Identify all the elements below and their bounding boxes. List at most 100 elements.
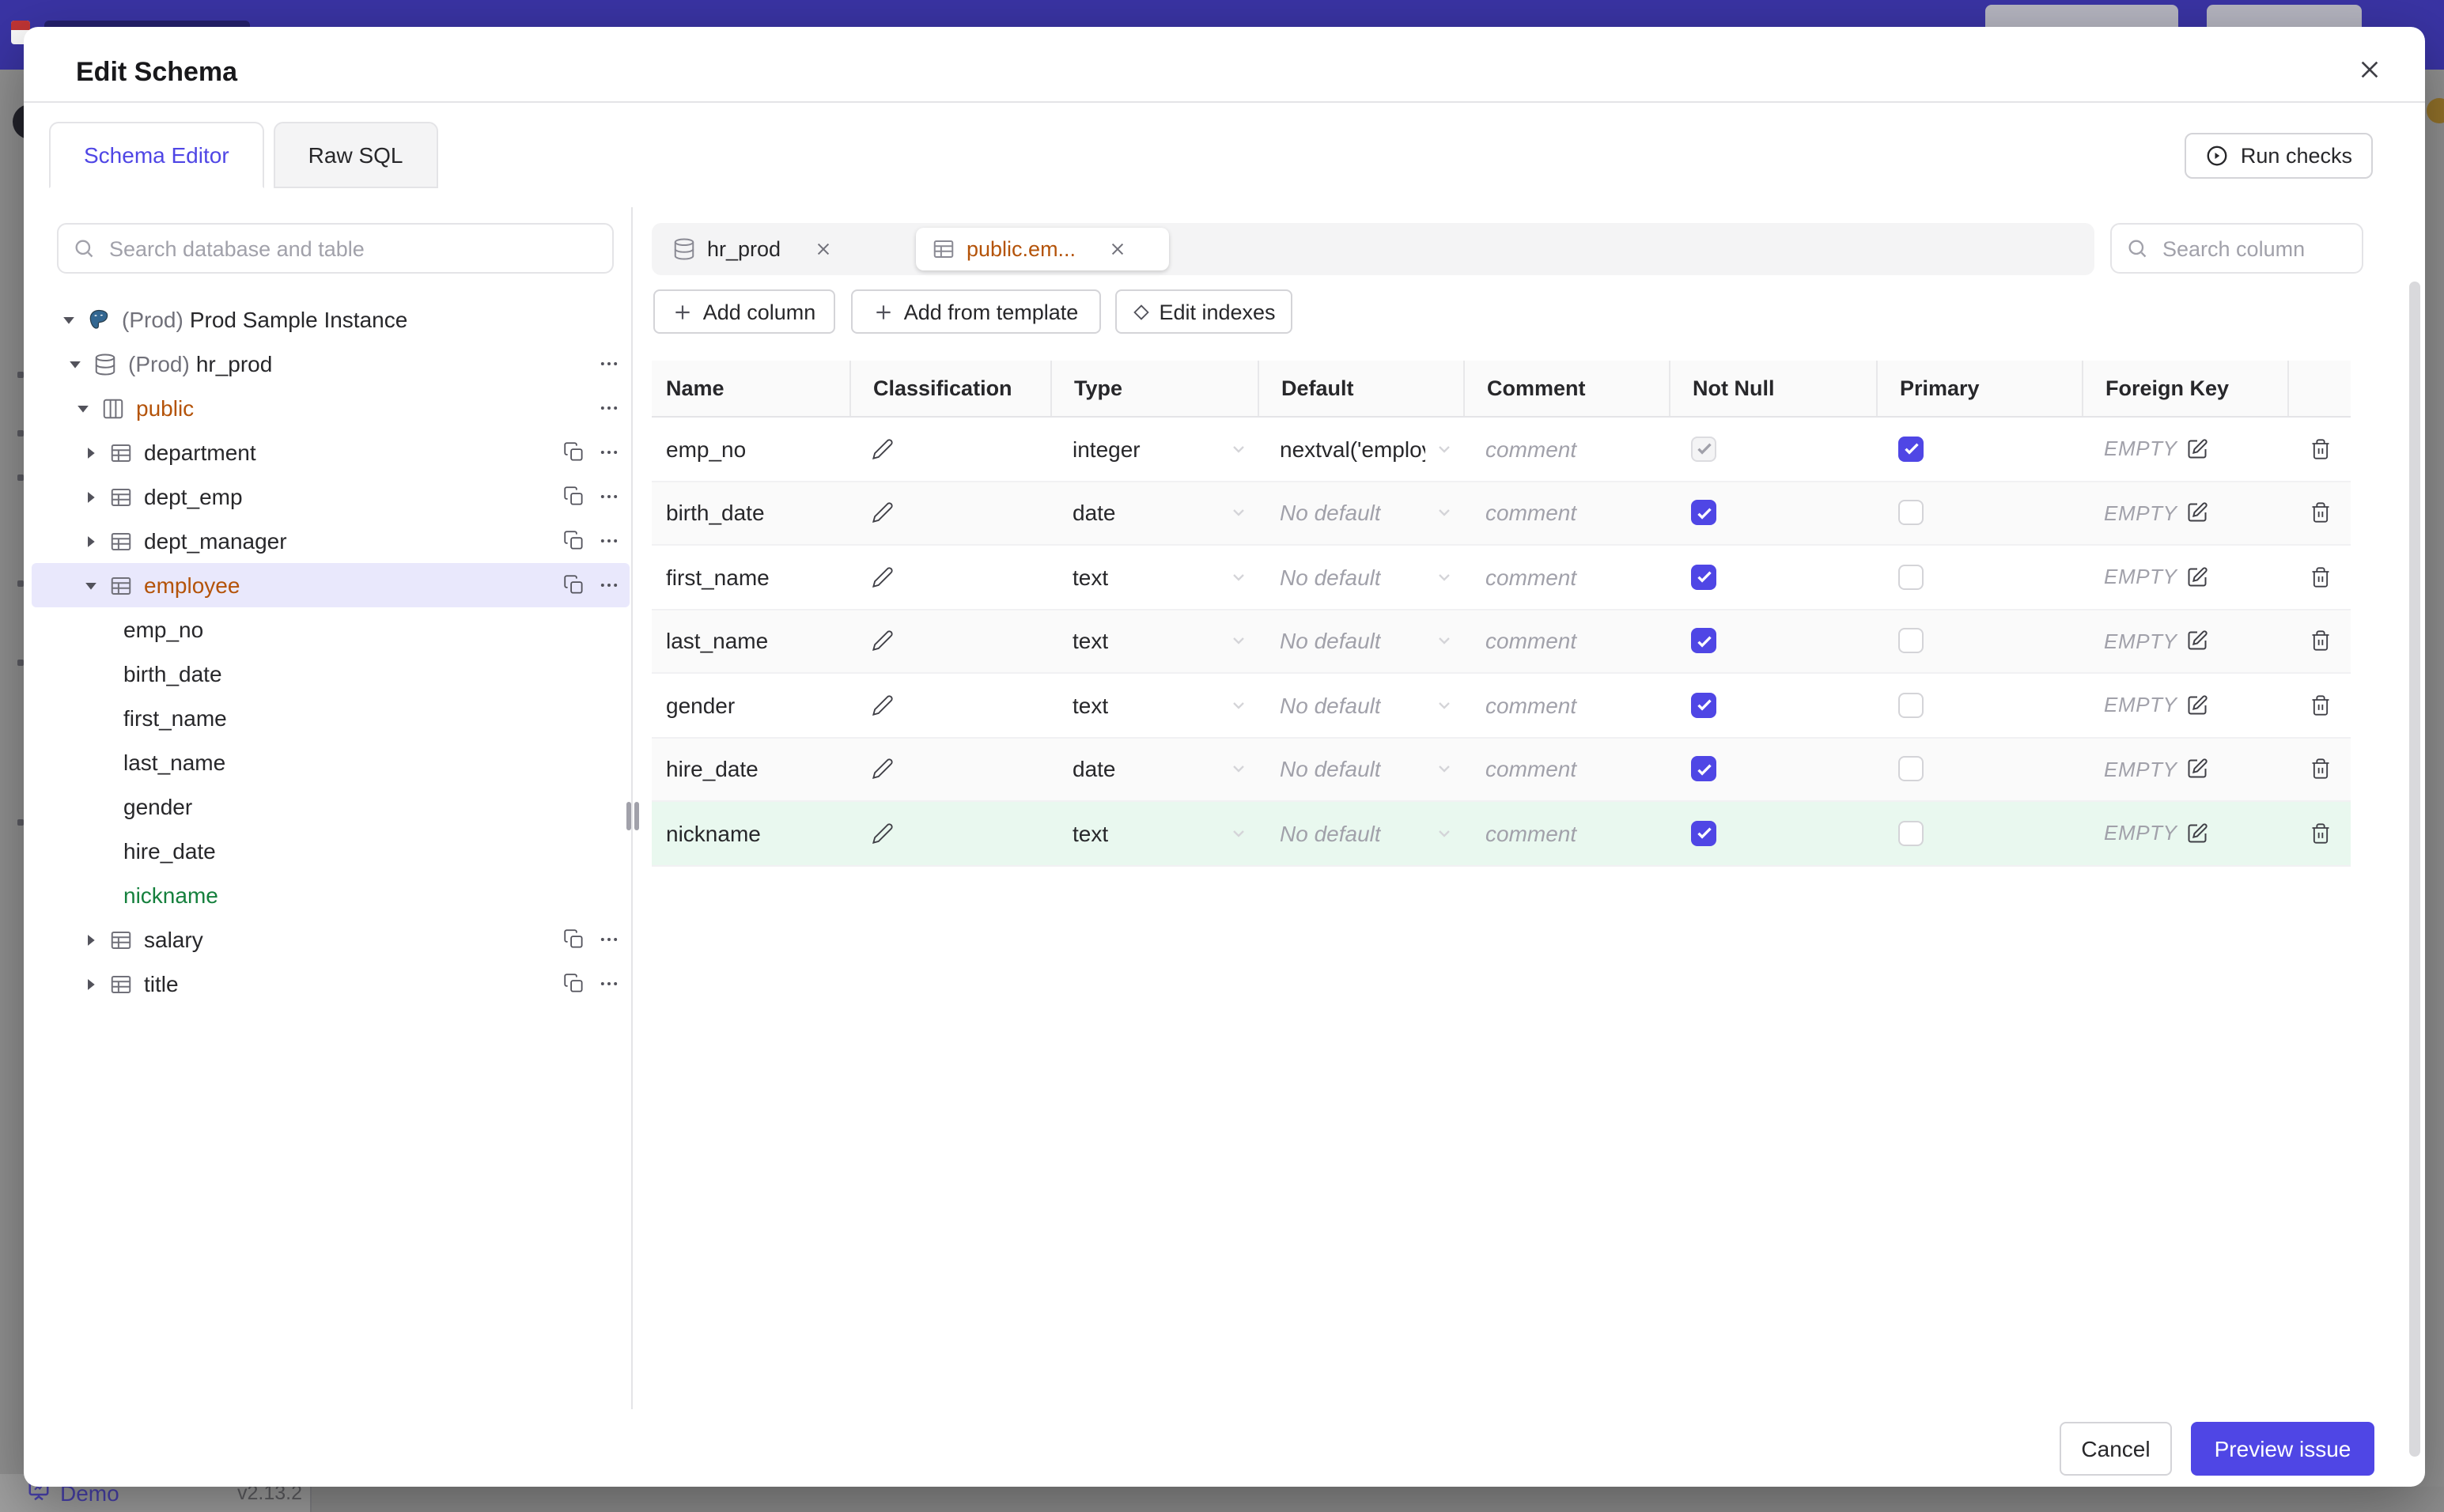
foreign-key-button[interactable]: EMPTY bbox=[2082, 610, 2287, 672]
primary-checkbox[interactable] bbox=[1898, 564, 1924, 590]
open-tab-public.em...[interactable]: public.em... bbox=[916, 228, 1169, 270]
default-select[interactable]: No default bbox=[1258, 546, 1463, 608]
tree-node-salary[interactable]: salary bbox=[32, 917, 630, 962]
edit-square-icon[interactable] bbox=[2187, 822, 2209, 845]
tree-node-gender[interactable]: gender bbox=[32, 784, 630, 829]
copy-icon[interactable] bbox=[562, 442, 584, 463]
trash-icon[interactable] bbox=[2310, 694, 2332, 716]
column-name-cell[interactable]: emp_no bbox=[652, 418, 849, 480]
column-search-input[interactable] bbox=[2159, 235, 2348, 262]
more-dots-icon[interactable] bbox=[598, 486, 620, 508]
open-tab-hr_prod[interactable]: hr_prod bbox=[656, 228, 913, 270]
type-select[interactable]: text bbox=[1050, 546, 1258, 608]
close-icon[interactable] bbox=[2357, 57, 2382, 82]
trash-icon[interactable] bbox=[2310, 502, 2332, 524]
comment-input[interactable]: comment bbox=[1463, 738, 1669, 800]
type-select[interactable]: text bbox=[1050, 802, 1258, 864]
primary-checkbox[interactable] bbox=[1898, 500, 1924, 526]
not-null-checkbox[interactable] bbox=[1691, 692, 1716, 718]
edit-square-icon[interactable] bbox=[2187, 438, 2209, 460]
copy-icon[interactable] bbox=[562, 575, 584, 596]
edit-square-icon[interactable] bbox=[2187, 566, 2209, 588]
tree-node-hire_date[interactable]: hire_date bbox=[32, 829, 630, 873]
trash-icon[interactable] bbox=[2310, 822, 2332, 845]
panel-resize-handle[interactable] bbox=[625, 802, 641, 830]
default-select[interactable]: No default bbox=[1258, 738, 1463, 800]
foreign-key-button[interactable]: EMPTY bbox=[2082, 674, 2287, 736]
primary-checkbox[interactable] bbox=[1898, 692, 1924, 718]
type-select[interactable]: date bbox=[1050, 482, 1258, 544]
tree-node-hr_prod[interactable]: (Prod) hr_prod bbox=[32, 342, 630, 386]
pencil-icon[interactable] bbox=[872, 758, 894, 781]
comment-input[interactable]: comment bbox=[1463, 610, 1669, 672]
copy-icon[interactable] bbox=[562, 929, 584, 951]
copy-icon[interactable] bbox=[562, 531, 584, 552]
database-search-input[interactable] bbox=[106, 235, 598, 262]
run-checks-button[interactable]: Run checks bbox=[2185, 133, 2373, 179]
edit-square-icon[interactable] bbox=[2187, 502, 2209, 524]
trash-icon[interactable] bbox=[2310, 758, 2332, 781]
not-null-checkbox[interactable] bbox=[1691, 564, 1716, 590]
pencil-icon[interactable] bbox=[872, 438, 894, 460]
caret-right-icon[interactable] bbox=[84, 445, 98, 459]
column-name-cell[interactable]: hire_date bbox=[652, 738, 849, 800]
pencil-icon[interactable] bbox=[872, 822, 894, 845]
pencil-icon[interactable] bbox=[872, 694, 894, 716]
comment-input[interactable]: comment bbox=[1463, 802, 1669, 864]
comment-input[interactable]: comment bbox=[1463, 418, 1669, 480]
default-select[interactable]: No default bbox=[1258, 674, 1463, 736]
foreign-key-button[interactable]: EMPTY bbox=[2082, 738, 2287, 800]
copy-icon[interactable] bbox=[562, 973, 584, 995]
tree-node-dept_emp[interactable]: dept_emp bbox=[32, 474, 630, 519]
edit-square-icon[interactable] bbox=[2187, 694, 2209, 716]
trash-icon[interactable] bbox=[2310, 438, 2332, 460]
pencil-icon[interactable] bbox=[872, 630, 894, 652]
not-null-checkbox[interactable] bbox=[1691, 756, 1716, 782]
header-button-2[interactable] bbox=[2207, 5, 2362, 27]
preview-issue-button[interactable]: Preview issue bbox=[2191, 1422, 2374, 1476]
close-tab-icon[interactable] bbox=[814, 240, 831, 258]
type-select[interactable]: text bbox=[1050, 610, 1258, 672]
more-dots-icon[interactable] bbox=[598, 397, 620, 419]
caret-down-icon[interactable] bbox=[62, 312, 76, 327]
default-select[interactable]: No default bbox=[1258, 482, 1463, 544]
tree-node-birth_date[interactable]: birth_date bbox=[32, 652, 630, 696]
trash-icon[interactable] bbox=[2310, 630, 2332, 652]
more-dots-icon[interactable] bbox=[598, 973, 620, 995]
tree-node-department[interactable]: department bbox=[32, 430, 630, 474]
foreign-key-button[interactable]: EMPTY bbox=[2082, 546, 2287, 608]
default-select[interactable]: No default bbox=[1258, 610, 1463, 672]
more-dots-icon[interactable] bbox=[598, 574, 620, 596]
copy-icon[interactable] bbox=[562, 486, 584, 508]
edit-indexes-button[interactable]: Edit indexes bbox=[1115, 289, 1292, 334]
primary-checkbox[interactable] bbox=[1898, 820, 1924, 846]
close-tab-icon[interactable] bbox=[1109, 240, 1126, 258]
type-select[interactable]: text bbox=[1050, 674, 1258, 736]
default-select[interactable]: nextval('employ bbox=[1258, 418, 1463, 480]
header-button-1[interactable] bbox=[1985, 5, 2178, 27]
primary-checkbox[interactable] bbox=[1898, 756, 1924, 782]
tree-node-employee[interactable]: employee bbox=[32, 563, 630, 607]
not-null-checkbox[interactable] bbox=[1691, 820, 1716, 846]
tree-node-emp_no[interactable]: emp_no bbox=[32, 607, 630, 652]
comment-input[interactable]: comment bbox=[1463, 674, 1669, 736]
tab-schema-editor[interactable]: Schema Editor bbox=[49, 122, 264, 188]
tree-node-first_name[interactable]: first_name bbox=[32, 696, 630, 740]
column-name-cell[interactable]: last_name bbox=[652, 610, 849, 672]
type-select[interactable]: date bbox=[1050, 738, 1258, 800]
tree-node-public[interactable]: public bbox=[32, 386, 630, 430]
edit-square-icon[interactable] bbox=[2187, 630, 2209, 652]
add-column-button[interactable]: Add column bbox=[653, 289, 835, 334]
tab-raw-sql[interactable]: Raw SQL bbox=[273, 122, 438, 188]
tree-node-Prod Sample Instance[interactable]: (Prod) Prod Sample Instance bbox=[32, 297, 630, 342]
more-dots-icon[interactable] bbox=[598, 530, 620, 552]
caret-down-icon[interactable] bbox=[84, 578, 98, 592]
not-null-checkbox[interactable] bbox=[1691, 628, 1716, 654]
trash-icon[interactable] bbox=[2310, 566, 2332, 588]
cancel-button[interactable]: Cancel bbox=[2060, 1422, 2172, 1476]
caret-down-icon[interactable] bbox=[76, 401, 90, 415]
column-name-cell[interactable]: birth_date bbox=[652, 482, 849, 544]
pencil-icon[interactable] bbox=[872, 566, 894, 588]
primary-checkbox[interactable] bbox=[1898, 628, 1924, 654]
caret-right-icon[interactable] bbox=[84, 534, 98, 548]
